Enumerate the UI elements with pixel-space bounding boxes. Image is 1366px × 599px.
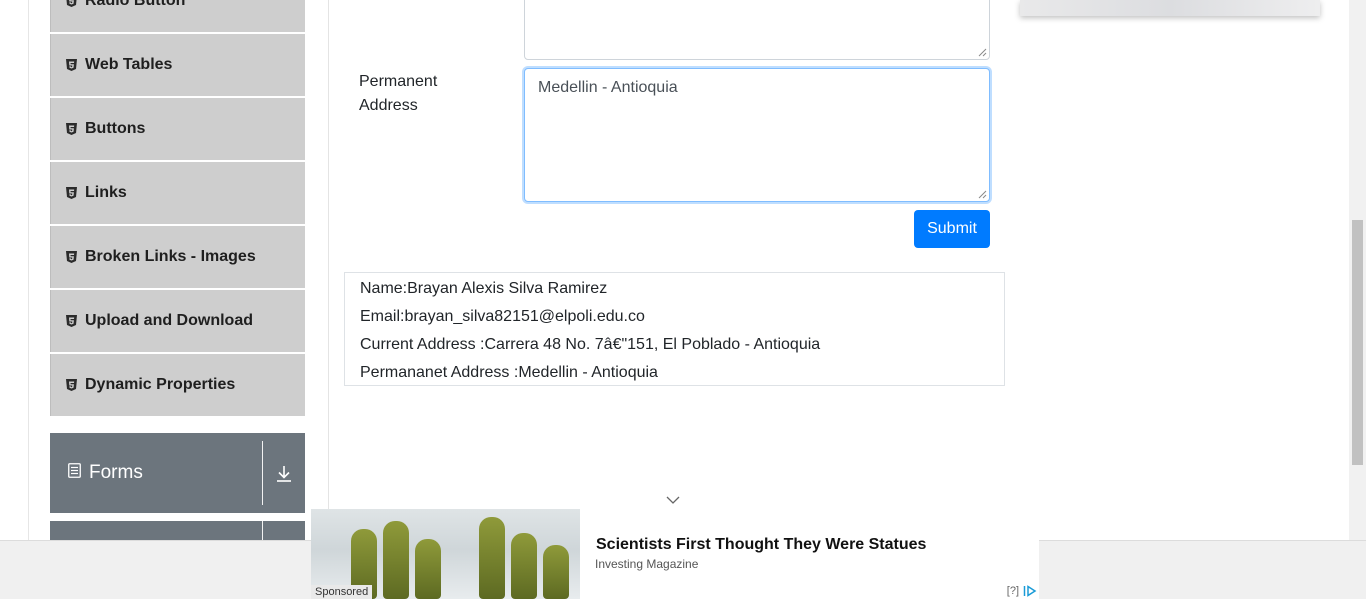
side-ad-image[interactable]: [1020, 0, 1320, 16]
sponsored-label: Sponsored: [311, 585, 373, 599]
sidebar-group-forms[interactable]: Forms: [50, 433, 305, 513]
sidebar-item-radio-button[interactable]: Radio Button: [50, 0, 305, 32]
html5-icon: [66, 59, 77, 71]
sidebar-item-label: Links: [85, 184, 127, 201]
permanent-address-textarea[interactable]: Medellin - Antioquia: [524, 68, 990, 202]
sidebar-item-broken-links[interactable]: Broken Links - Images: [50, 226, 305, 288]
ad-info-label: [?]: [1006, 585, 1019, 597]
html5-icon: [66, 251, 77, 263]
sidebar-item-label: Broken Links - Images: [85, 248, 256, 265]
left-rule: [28, 0, 29, 540]
download-arrow-icon[interactable]: [263, 433, 305, 513]
group-header: Forms: [50, 441, 263, 505]
output-email: Email:brayan_silva82151@elpoli.edu.co: [360, 308, 645, 325]
ad-image[interactable]: Sponsored: [311, 509, 580, 599]
permanent-address-label: Permanent Address: [359, 73, 438, 114]
ad-title[interactable]: Scientists First Thought They Were Statu…: [596, 536, 926, 554]
sidebar-item-label: Upload and Download: [85, 312, 253, 329]
permanent-address-value: Medellin - Antioquia: [538, 79, 678, 96]
document-icon: [68, 462, 81, 484]
chevron-down-icon[interactable]: [665, 495, 681, 505]
sidebar-item-buttons[interactable]: Buttons: [50, 98, 305, 160]
sidebar-item-label: Dynamic Properties: [85, 376, 236, 393]
scrollbar[interactable]: [1349, 0, 1366, 540]
group-label: Forms: [89, 462, 143, 483]
resize-grip-icon[interactable]: [978, 48, 987, 57]
sidebar: Radio Button Web Tables Buttons Links Br…: [50, 0, 305, 418]
sponsored-ad[interactable]: Sponsored Scientists First Thought They …: [311, 509, 1039, 599]
html5-icon: [66, 123, 77, 135]
output-current-address: Current Address :Carrera 48 No. 7â€"151,…: [360, 336, 821, 353]
html5-icon: [66, 379, 77, 391]
sidebar-item-label: Buttons: [85, 120, 146, 137]
output-name: Name:Brayan Alexis Silva Ramirez: [360, 280, 608, 297]
html5-icon: [66, 0, 77, 7]
sidebar-item-label: Radio Button: [85, 0, 186, 9]
current-address-textarea[interactable]: [524, 0, 990, 60]
html5-icon: [66, 315, 77, 327]
html5-icon: [66, 187, 77, 199]
sidebar-item-dynamic-properties[interactable]: Dynamic Properties: [50, 354, 305, 416]
sidebar-item-web-tables[interactable]: Web Tables: [50, 34, 305, 96]
resize-grip-icon[interactable]: [978, 190, 987, 199]
sidebar-item-upload-download[interactable]: Upload and Download: [50, 290, 305, 352]
output-box: Name:Brayan Alexis Silva Ramirez Email:b…: [344, 272, 1005, 386]
content-divider: [328, 0, 329, 540]
adchoices-icon[interactable]: [1023, 585, 1037, 597]
output-permanent-address: Permananet Address :Medellin - Antioquia: [360, 364, 658, 381]
page: Radio Button Web Tables Buttons Links Br…: [0, 0, 1366, 599]
scrollbar-thumb[interactable]: [1352, 220, 1363, 465]
sidebar-item-links[interactable]: Links: [50, 162, 305, 224]
ad-source: Investing Magazine: [595, 557, 699, 571]
sidebar-item-label: Web Tables: [85, 56, 173, 73]
submit-button[interactable]: Submit: [914, 210, 990, 248]
ad-info[interactable]: [?]: [1007, 585, 1037, 597]
